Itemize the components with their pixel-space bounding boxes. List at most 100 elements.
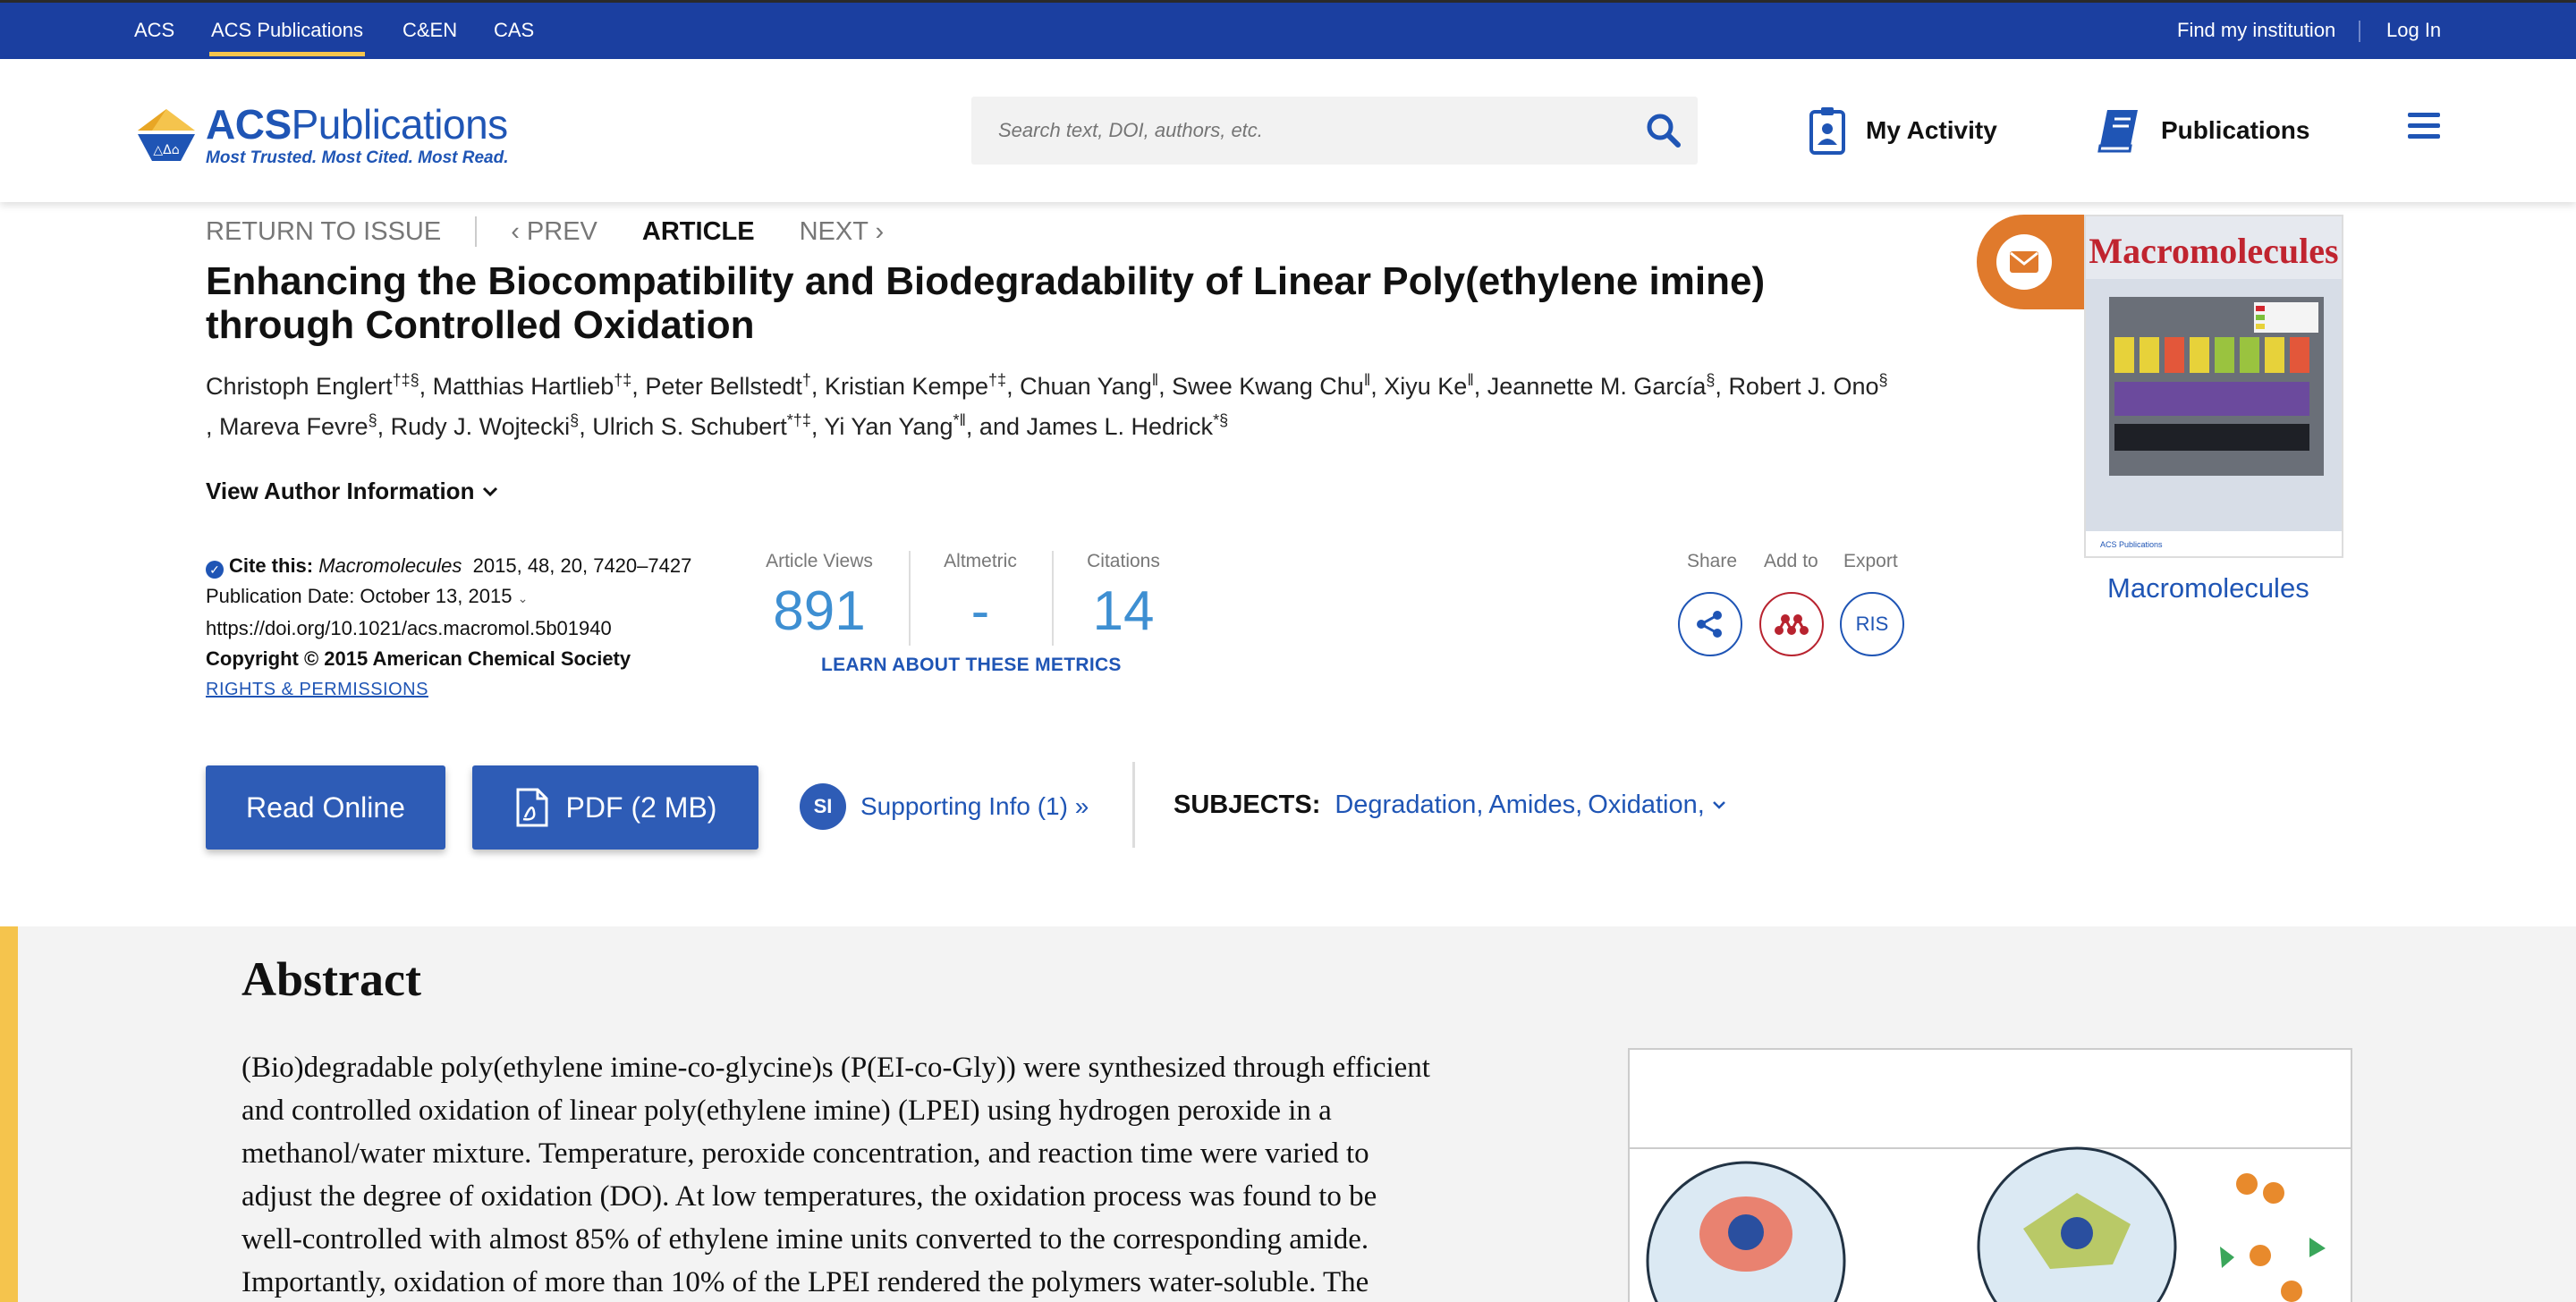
cover-journal-title: Macromolecules (2089, 231, 2338, 271)
view-author-info-toggle[interactable]: View Author Information (206, 478, 499, 505)
supporting-info-link[interactable]: SI Supporting Info (1) » (800, 783, 1089, 830)
pdf-icon (516, 788, 548, 827)
author[interactable]: James L. Hedrick*§ (1026, 411, 1228, 440)
author[interactable]: Peter Bellstedt† (645, 371, 811, 400)
next-link[interactable]: NEXT › (800, 217, 885, 247)
view-author-info-label: View Author Information (206, 478, 475, 504)
search-input[interactable] (971, 97, 1615, 165)
login-link[interactable]: Log In (2386, 19, 2441, 42)
subject-link[interactable]: Degradation, (1335, 790, 1483, 820)
search-button[interactable] (1642, 109, 1685, 152)
current-article-label: ARTICLE (641, 216, 755, 246)
cite-details: 2015, 48, 20, 7420–7427 (472, 554, 692, 577)
publications-label: Publications (2161, 116, 2310, 144)
author-list: Christoph Englert†‡§, Matthias Hartlieb†… (206, 371, 1888, 440)
site-header: △Δ⌂ ACSPublications Most Trusted. Most C… (0, 59, 2576, 202)
author[interactable]: Robert J. Ono§ (1728, 371, 1887, 400)
author[interactable]: Swee Kwang Chuǁ (1172, 371, 1370, 400)
menu-icon[interactable] (2408, 113, 2440, 141)
altmetric-value: - (970, 580, 990, 642)
abstract-line: Importantly, oxidation of more than 10% … (242, 1266, 1369, 1298)
author[interactable]: Mareva Fevre§ (219, 411, 377, 440)
top-link-cas[interactable]: CAS (494, 19, 534, 42)
find-institution-link[interactable]: Find my institution (2177, 19, 2335, 42)
add-to-label: Add to (1764, 551, 1818, 571)
pdf-download-button[interactable]: PDF (2 MB) (472, 765, 758, 850)
return-to-issue-link[interactable]: RETURN TO ISSUE (206, 217, 441, 247)
author[interactable]: Christoph Englert†‡§ (206, 371, 419, 400)
supporting-info-label: Supporting Info (1) » (860, 792, 1089, 820)
cite-journal: Macromolecules (318, 554, 462, 577)
author[interactable]: Kristian Kempe†‡ (825, 371, 1006, 400)
subject-link[interactable]: Amides, (1488, 790, 1582, 820)
abstract-accent-bar (0, 926, 18, 1302)
cover-publisher-mark: ACS Publications (2100, 540, 2163, 549)
ris-export-button[interactable]: RIS (1840, 592, 1904, 656)
abstract-heading: Abstract (242, 952, 421, 1006)
search-bar (971, 97, 1698, 165)
top-divider (2359, 21, 2360, 42)
article-views-metric: Article Views 891 (757, 551, 882, 643)
author[interactable]: Rudy J. Wojtecki§ (391, 411, 580, 440)
rights-permissions-link[interactable]: RIGHTS & PERMISSIONS (206, 674, 707, 705)
nav-divider (475, 216, 478, 247)
logo-tagline: Most Trusted. Most Cited. Most Read. (206, 148, 509, 167)
citations-metric: Citations 14 (1079, 551, 1168, 643)
mendeley-button[interactable] (1759, 592, 1824, 656)
citations-label: Citations (1087, 551, 1160, 571)
email-alert-button[interactable] (1977, 215, 2084, 309)
acs-publications-logo[interactable]: △Δ⌂ ACSPublications Most Trusted. Most C… (134, 100, 510, 172)
toc-graphic-image (1630, 1050, 2351, 1302)
pdf-label: PDF (2 MB) (565, 790, 717, 824)
article-title: Enhancing the Biocompatibility and Biode… (206, 259, 1766, 347)
cite-label: Cite this: (229, 554, 314, 577)
my-activity-button[interactable]: My Activity (1809, 106, 1997, 156)
si-badge-icon: SI (800, 783, 846, 830)
subject-link[interactable]: Oxidation, (1588, 790, 1705, 820)
citations-value: 14 (1092, 580, 1155, 642)
share-icon (1697, 611, 1722, 638)
learn-metrics-link[interactable]: LEARN ABOUT THESE METRICS (821, 655, 1122, 676)
export-label: Export (1843, 551, 1898, 571)
journal-cover-art: Macromolecules ACS Publications (2086, 216, 2342, 556)
my-activity-label: My Activity (1866, 116, 1997, 144)
prev-link[interactable]: ‹ PREV (511, 217, 597, 247)
journal-title-link[interactable]: Macromolecules (2107, 572, 2309, 604)
altmetric-label: Altmetric (944, 551, 1017, 571)
publications-button[interactable]: Publications (2097, 106, 2309, 156)
logo-wordmark: ACSPublications (206, 101, 508, 148)
read-online-button[interactable]: Read Online (206, 765, 445, 850)
abstract-line: adjust the degree of oxidation (DO). At … (242, 1180, 1377, 1213)
top-link-acs[interactable]: ACS (134, 19, 174, 42)
publication-date[interactable]: Publication Date: October 13, 2015 ⌄ (206, 581, 707, 613)
author[interactable]: Matthias Hartlieb†‡ (433, 371, 632, 400)
chevron-down-icon[interactable] (1710, 799, 1728, 812)
top-link-cen[interactable]: C&EN (402, 19, 457, 42)
envelope-icon (1996, 234, 2052, 290)
chevron-down-icon (483, 486, 498, 496)
check-circle-icon: ✓ (206, 561, 224, 579)
author[interactable]: Xiyu Keǁ (1384, 371, 1474, 400)
author[interactable]: Yi Yan Yang*ǁ (824, 411, 966, 440)
book-icon (2097, 110, 2138, 153)
share-button[interactable] (1678, 592, 1742, 656)
acs-logo-icon: △Δ⌂ (138, 109, 195, 161)
abstract-graphic[interactable] (1628, 1048, 2352, 1302)
issue-navigation: RETURN TO ISSUE ‹ PREV ARTICLE NEXT › (206, 216, 884, 247)
svg-text:△Δ⌂: △Δ⌂ (153, 143, 179, 157)
read-online-label: Read Online (246, 790, 405, 824)
author[interactable]: Chuan Yangǁ (1020, 371, 1158, 400)
altmetric-metric: Altmetric - (936, 551, 1025, 643)
abstract-line: (Bio)degradable poly(ethylene imine-co-g… (242, 1052, 1430, 1084)
journal-cover-image[interactable]: Macromolecules ACS Publications (2084, 215, 2343, 558)
doi-link[interactable]: https://doi.org/10.1021/acs.macromol.5b0… (206, 613, 707, 644)
citation-block: ✓ Cite this: Macromolecules 2015, 48, 20,… (206, 551, 707, 705)
search-icon (1647, 114, 1681, 148)
article-views-label: Article Views (766, 551, 873, 571)
author[interactable]: Jeannette M. García§ (1487, 371, 1716, 400)
clipboard-icon (1809, 107, 1845, 155)
author[interactable]: Ulrich S. Schubert*†‡ (592, 411, 811, 440)
subjects-label: SUBJECTS: (1174, 790, 1321, 819)
top-link-acs-publications[interactable]: ACS Publications (209, 19, 365, 56)
article-views-value: 891 (773, 580, 866, 642)
